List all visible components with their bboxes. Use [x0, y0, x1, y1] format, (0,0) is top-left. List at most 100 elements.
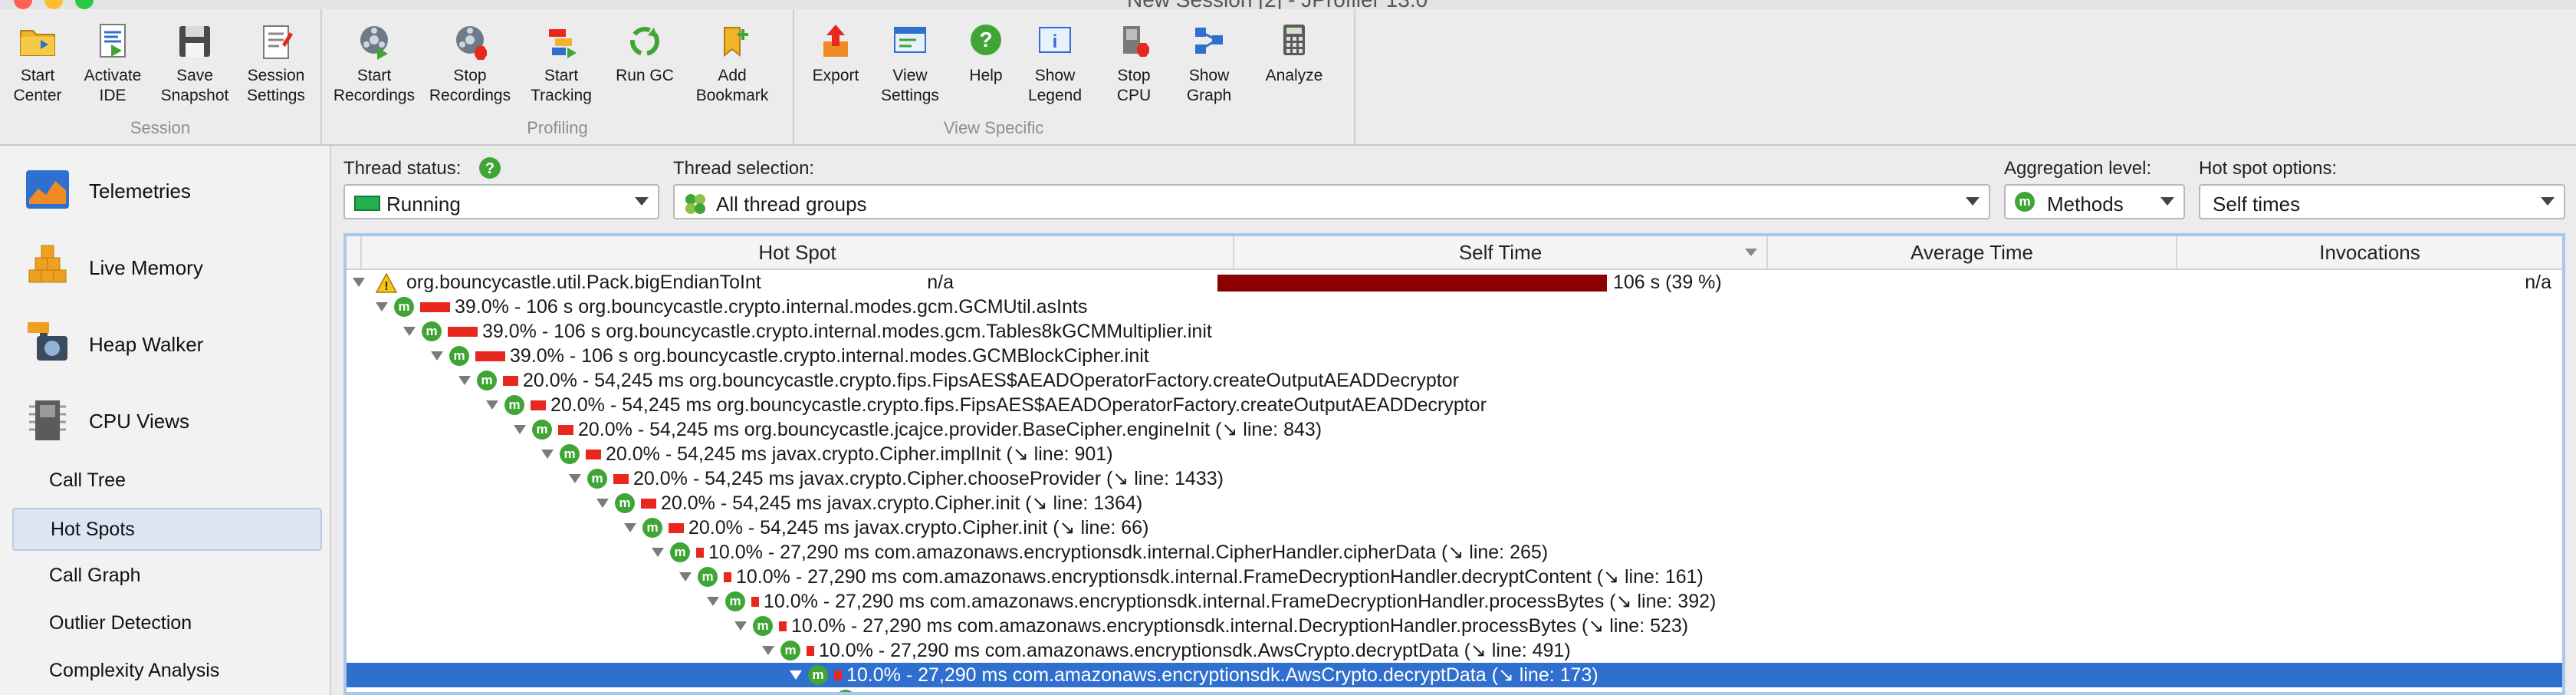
table-row-root[interactable]: ! org.bouncycastle.util.Pack.bigEndianTo… [347, 270, 2562, 295]
row-label: 20.0% - 54,245 ms org.bouncycastle.crypt… [550, 394, 1487, 416]
show-legend-button[interactable]: i Show Legend [1020, 21, 1090, 106]
save-snapshot-button[interactable]: Save Snapshot [158, 21, 232, 106]
table-row[interactable]: m 20.0% - 54,245 ms org.bouncycastle.cryp… [347, 393, 2562, 417]
expand-toggle-icon[interactable] [353, 278, 365, 287]
column-hot-spot[interactable]: Hot Spot [362, 236, 1234, 268]
analyze-button[interactable]: Analyze [1253, 21, 1336, 86]
start-tracking-button[interactable]: Start Tracking [523, 21, 600, 106]
row-label: 20.0% - 54,245 ms javax.crypto.Cipher.im… [606, 443, 1113, 465]
add-bookmark-button[interactable]: Add Bookmark [690, 21, 774, 106]
table-row[interactable]: m 10.0% - 27,290 ms com.amazonaws.encrypt… [347, 663, 2562, 687]
close-window-button[interactable] [14, 0, 32, 9]
table-row[interactable]: m 10.0% - 27,290 ms com.amazonaws.encrypt… [347, 540, 2562, 565]
show-graph-button[interactable]: Show Graph [1173, 21, 1245, 106]
table-row[interactable]: m 20.0% - 54,245 ms javax.crypto.Cipher.i… [347, 491, 2562, 515]
expand-toggle-icon[interactable] [790, 670, 802, 680]
expand-toggle-icon[interactable] [707, 597, 719, 606]
hot-spots-table[interactable]: Hot Spot Self Time Average Time Invocati… [343, 233, 2565, 695]
table-row[interactable]: m 20.0% - 54,245 ms javax.crypto.Cipher.i… [347, 515, 2562, 540]
sidebar-section-cpu-views[interactable]: CPU Views [23, 390, 330, 451]
column-invocations[interactable]: Invocations [2177, 236, 2562, 268]
self-time-value: 106 s (39 %) [1613, 272, 1722, 293]
sidebar-item-call-tree[interactable]: Call Tree [12, 460, 319, 500]
expand-toggle-icon[interactable] [458, 376, 471, 385]
expand-toggle-icon[interactable] [652, 548, 664, 557]
method-icon: m [698, 567, 718, 587]
help-icon[interactable]: ? [478, 156, 501, 180]
sidebar-item-complexity-analysis[interactable]: Complexity Analysis [12, 651, 319, 690]
sidebar-section-live-memory[interactable]: Live Memory [23, 236, 330, 298]
row-label: 20.0% - 54,245 ms javax.crypto.Cipher.in… [661, 492, 1143, 514]
svg-text:!: ! [384, 280, 388, 293]
floppy-disk-icon [179, 26, 210, 57]
expand-toggle-icon[interactable] [403, 327, 416, 336]
svg-text:?: ? [979, 28, 992, 51]
expand-toggle-icon[interactable] [734, 621, 747, 631]
table-row[interactable]: m 10.0% - 27,290 ms com.amazonaws.encrypt… [347, 638, 2562, 663]
sidebar-section-telemetries[interactable]: Telemetries [23, 160, 330, 221]
table-row[interactable]: m 20.0% - 54,245 ms javax.crypto.Cipher.i… [347, 442, 2562, 466]
table-row[interactable]: m 10.0% - 27,290 ms com.amazonaws.encrypt… [347, 589, 2562, 614]
table-row[interactable]: m 10.0% - 27,290 ms com.amazonaws.encrypt… [347, 614, 2562, 638]
table-row[interactable]: m 20.0% - 54,245 ms javax.crypto.Cipher.c… [347, 466, 2562, 491]
table-row[interactable]: m 39.0% - 106 s org.bouncycastle.crypto.i… [347, 295, 2562, 319]
expand-toggle-icon[interactable] [431, 351, 443, 361]
view-settings-button[interactable]: View Settings [874, 21, 946, 106]
table-row[interactable]: m 10.0% - 27,290 ms com.amazonaws.encrypt… [347, 565, 2562, 589]
help-icon: ? [971, 25, 1001, 55]
aggregation-level-select[interactable]: m Methods [2004, 184, 2185, 219]
sidebar-item-hot-spots[interactable]: Hot Spots [12, 508, 322, 551]
row-label: 10.0% - 27,290 ms com.amazonaws.encrypti… [764, 591, 1717, 612]
column-self-time[interactable]: Self Time [1234, 236, 1768, 268]
thread-selection-select[interactable]: All thread groups [673, 184, 1990, 219]
method-icon: m [394, 297, 414, 317]
expand-toggle-icon[interactable] [624, 523, 636, 532]
percent-bar [834, 670, 842, 680]
chevron-down-icon [2541, 197, 2555, 206]
expand-toggle-icon[interactable] [679, 572, 692, 581]
self-time-bar [1217, 275, 1607, 292]
cpu-stop-icon [1123, 26, 1149, 57]
table-row[interactable]: m 20.0% - 54,245 ms org.bouncycastle.jcaj… [347, 417, 2562, 442]
column-average-time[interactable]: Average Time [1768, 236, 2177, 268]
expand-toggle-icon[interactable] [569, 474, 581, 483]
expand-toggle-icon[interactable] [541, 450, 554, 459]
export-button[interactable]: Export [807, 21, 865, 86]
sidebar-item-call-graph[interactable]: Call Graph [12, 555, 319, 595]
sidebar-section-heap-walker[interactable]: Heap Walker [23, 313, 330, 374]
sidebar-item-outlier-detection[interactable]: Outlier Detection [12, 603, 319, 643]
start-recordings-button[interactable]: Start Recordings [330, 21, 419, 106]
table-row[interactable]: m 20.0% - 54,245 ms org.bouncycastle.cryp… [347, 368, 2562, 393]
minimize-window-button[interactable] [44, 0, 63, 9]
thread-status-select[interactable]: Running [343, 184, 659, 219]
expand-toggle-icon[interactable] [486, 400, 498, 410]
activate-ide-button[interactable]: Activate IDE [77, 21, 149, 106]
ide-icon [100, 24, 126, 58]
expand-toggle-icon[interactable] [596, 499, 609, 508]
percent-bar [641, 499, 656, 509]
method-icon: m [449, 346, 469, 366]
tracking-icon [549, 29, 577, 58]
expand-toggle-icon[interactable] [762, 646, 774, 655]
table-row[interactable]: m 39.0% - 106 s org.bouncycastle.crypto.i… [347, 344, 2562, 368]
svg-text:i: i [1053, 31, 1058, 52]
root-method-name: org.bouncycastle.util.Pack.bigEndianToIn… [406, 272, 761, 293]
method-icon: m [780, 641, 800, 660]
zoom-window-button[interactable] [75, 0, 94, 9]
table-row[interactable]: m 39.0% - 106 s org.bouncycastle.crypto.i… [347, 319, 2562, 344]
session-settings-button[interactable]: Session Settings [238, 21, 314, 106]
hot-spot-options-select[interactable]: Self times [2199, 184, 2565, 219]
stop-cpu-button[interactable]: Stop CPU [1106, 21, 1162, 106]
table-row[interactable]: m 10.0% - 27,290 ms com.amazonaws.encrypt… [347, 687, 2562, 692]
expand-toggle-icon[interactable] [376, 302, 388, 311]
expand-toggle-icon[interactable] [514, 425, 526, 434]
run-gc-button[interactable]: Run GC [609, 21, 681, 86]
header-spacer [347, 236, 362, 268]
method-icon: m [560, 444, 580, 464]
heap-walker-icon [28, 322, 67, 361]
help-button[interactable]: ? Help [961, 21, 1010, 86]
percent-bar [613, 474, 629, 484]
stop-recordings-button[interactable]: Stop Recordings [426, 21, 514, 106]
row-label: 10.0% - 27,290 ms com.amazonaws.encrypti… [708, 542, 1549, 563]
start-center-button[interactable]: Start Center [8, 21, 67, 106]
